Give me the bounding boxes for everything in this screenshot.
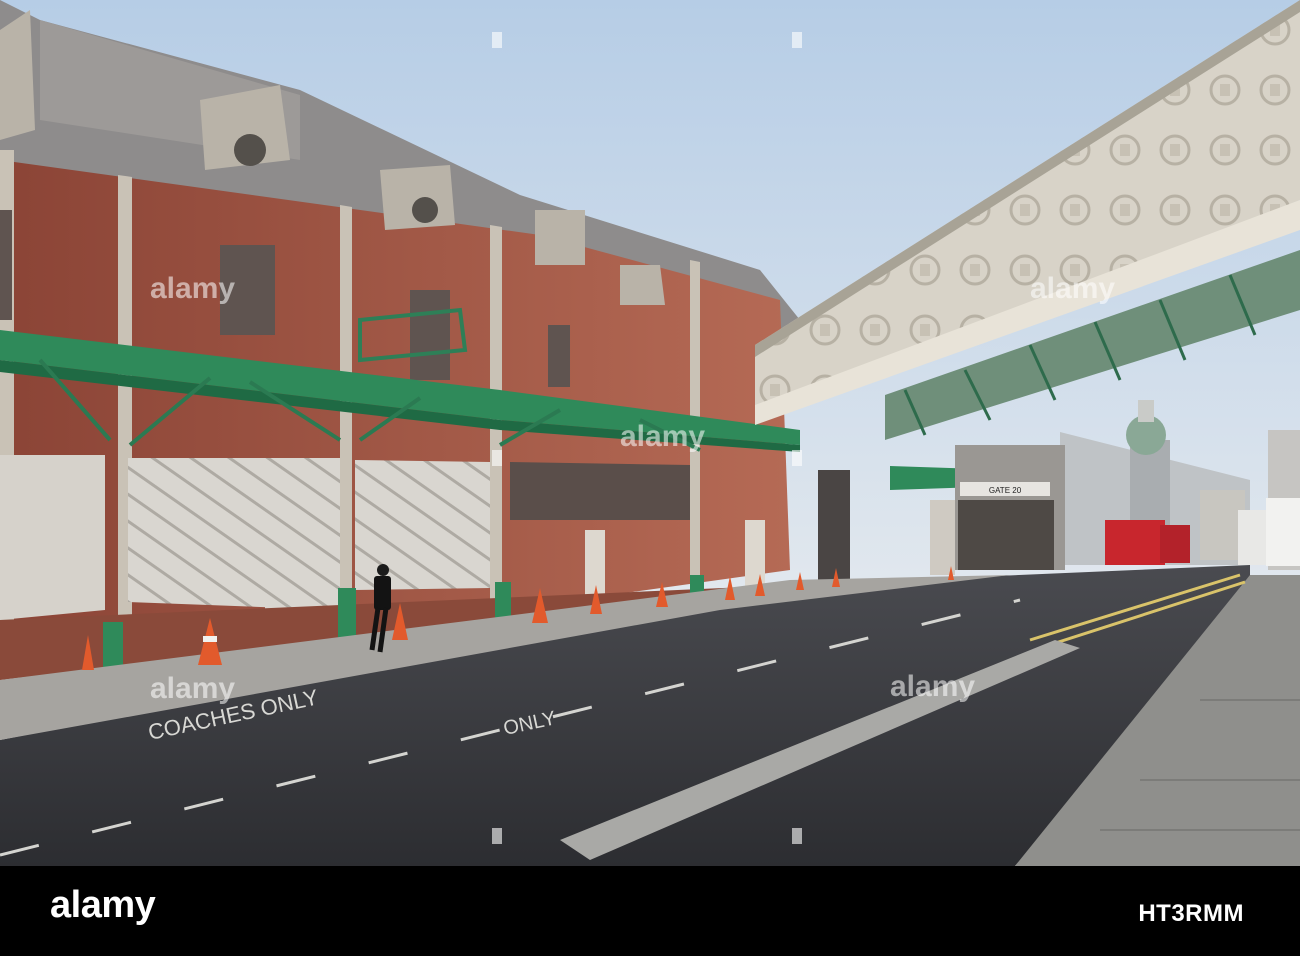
gate-sign: GATE 20 — [989, 486, 1022, 495]
watermark: alamy — [890, 670, 976, 703]
watermark: alamy — [150, 272, 236, 305]
watermark-mark — [792, 450, 802, 466]
watermark: alamy — [150, 672, 236, 705]
watermark-mark — [492, 828, 502, 844]
watermark: alamy — [620, 420, 706, 453]
gate-building: GATE 20 — [955, 445, 1065, 570]
watermark-mark — [492, 450, 502, 466]
image-code: HT3RMM — [1138, 900, 1244, 927]
stock-photo-page: GATE 20 COACHES ONLY ONLY alamy alamy al… — [0, 0, 1300, 956]
alamy-logo[interactable]: alamy — [50, 884, 156, 927]
watermark-mark — [792, 32, 802, 48]
watermark-mark — [792, 828, 802, 844]
footer-band — [0, 866, 1300, 956]
watermark-mark — [492, 32, 502, 48]
watermark: alamy — [1030, 272, 1116, 305]
